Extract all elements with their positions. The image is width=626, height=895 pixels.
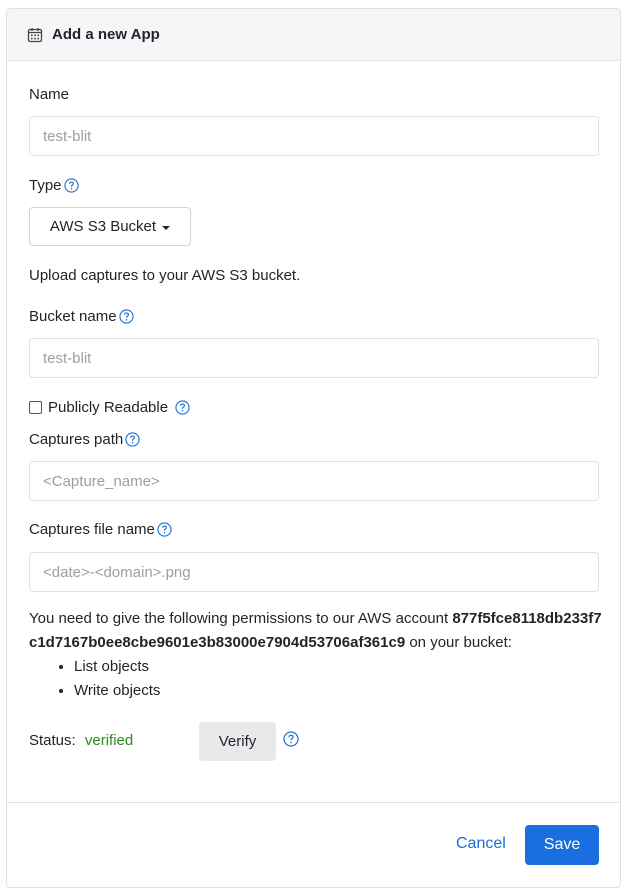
type-dropdown-value: AWS S3 Bucket (49, 218, 157, 235)
name-label: Name (29, 86, 70, 103)
add-app-panel: Add a new App Name Type AWS S3 Bucket Up… (6, 8, 621, 888)
help-icon[interactable] (175, 400, 190, 415)
panel-header: Add a new App (7, 9, 620, 61)
bucket-label-row: Bucket name (29, 308, 134, 325)
type-label-row: Type (29, 177, 79, 194)
bucket-name-input[interactable] (29, 338, 599, 378)
type-label: Type (29, 177, 62, 194)
list-item: List objects (74, 655, 160, 679)
calendar-icon (27, 27, 43, 42)
verify-button[interactable]: Verify (199, 722, 276, 761)
help-icon[interactable] (157, 522, 172, 537)
caret-down-icon (162, 225, 171, 230)
status-row: Status: verified (29, 732, 133, 749)
footer-divider (7, 802, 620, 803)
save-button[interactable]: Save (525, 825, 599, 865)
captures-file-label: Captures file name (29, 521, 155, 538)
permissions-suffix: on your bucket: (409, 634, 512, 651)
help-icon[interactable] (283, 731, 299, 747)
permissions-text: You need to give the following permissio… (29, 607, 604, 655)
publicly-readable-checkbox[interactable] (29, 401, 42, 414)
publicly-readable-label: Publicly Readable (48, 399, 169, 416)
captures-file-label-row: Captures file name (29, 521, 172, 538)
type-dropdown[interactable]: AWS S3 Bucket (29, 207, 191, 246)
type-description: Upload captures to your AWS S3 bucket. (29, 267, 301, 284)
panel-title: Add a new App (52, 26, 160, 43)
captures-file-input[interactable] (29, 552, 599, 592)
bucket-label: Bucket name (29, 308, 117, 325)
captures-path-label: Captures path (29, 431, 124, 448)
list-item: Write objects (74, 679, 160, 703)
public-readable-row: Publicly Readable (29, 399, 190, 416)
permissions-list: List objects Write objects (29, 655, 160, 703)
status-value: verified (84, 732, 134, 749)
captures-path-input[interactable] (29, 461, 599, 501)
cancel-button[interactable]: Cancel (456, 835, 506, 853)
help-icon[interactable] (63, 178, 79, 193)
help-icon[interactable] (125, 432, 140, 447)
status-label: Status: (29, 732, 76, 749)
help-icon[interactable] (118, 309, 134, 324)
permissions-intro: You need to give the following permissio… (29, 610, 449, 627)
captures-path-label-row: Captures path (29, 431, 140, 448)
name-input[interactable] (29, 116, 599, 156)
